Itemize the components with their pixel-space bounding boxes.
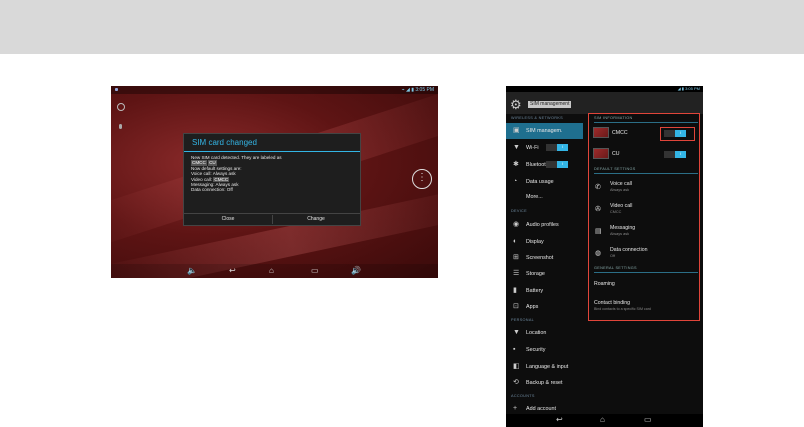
sidebar-item-label: Display <box>526 239 544 245</box>
back-icon[interactable]: ↩ <box>229 266 236 276</box>
audio-icon: ◉ <box>513 221 520 228</box>
sidebar-item-language[interactable]: ◧ Language & input <box>506 359 583 375</box>
dialog-button-bar: Close Change <box>184 213 360 225</box>
wifi-toggle[interactable]: I <box>546 144 568 151</box>
apps-icon: ⊡ <box>513 303 519 310</box>
sidebar-item-label: Data usage <box>526 179 554 185</box>
home-icon[interactable]: ⌂ <box>269 266 274 276</box>
setting-label: Data connection: <box>191 187 226 193</box>
all-apps-icon[interactable]: ⋮ <box>412 169 432 189</box>
mic-icon[interactable] <box>119 124 122 129</box>
sidebar-item-label: Screenshot <box>526 255 554 261</box>
sidebar-item-label: Wi-Fi <box>526 145 539 151</box>
sidebar-item-label: Audio profiles <box>526 222 559 228</box>
recent-apps-icon[interactable]: ▭ <box>311 266 319 276</box>
sidebar-item-wifi[interactable]: ▼ Wi-Fi I <box>506 140 583 156</box>
navigation-bar: 🔈 ↩ ⌂ ▭ 🔊 <box>111 264 438 278</box>
sidebar-item-label: Add account <box>526 406 556 412</box>
sim-icon: ▣ <box>513 127 520 134</box>
sidebar-item-apps[interactable]: ⊡ Apps <box>506 299 583 315</box>
wifi-icon: ▼ <box>513 144 520 151</box>
sidebar-item-display[interactable]: ◐ Display <box>506 234 583 250</box>
tablet-screenshot: ⌁ ◢ ▮ 3:05 PM ⋮ SIM card changed New SIM… <box>111 86 438 278</box>
sidebar-item-label: Backup & reset <box>526 380 563 386</box>
notification-icon <box>115 88 118 91</box>
sidebar-item-storage[interactable]: ☰ Storage <box>506 266 583 282</box>
sidebar-item-label: Storage <box>526 271 545 277</box>
sim-management-pane: SIM INFORMATION CMCC I CU I DEFAULT SETT… <box>586 113 703 414</box>
sidebar-item-label: Apps <box>526 304 539 310</box>
sidebar-item-label: Location <box>526 330 547 336</box>
settings-category-list: WIRELESS & NETWORKS ▣ SIM managem. ▼ Wi-… <box>506 114 583 414</box>
sidebar-item-data-usage[interactable]: ◔ Data usage <box>506 174 583 190</box>
storage-icon: ☰ <box>513 270 520 277</box>
search-icon[interactable] <box>117 103 125 111</box>
page-title: SIM management <box>528 101 572 108</box>
sidebar-item-screenshot[interactable]: ⊞ Screenshot <box>506 250 583 266</box>
status-indicators: ⌁ ◢ ▮ 3:05 PM <box>401 87 434 93</box>
dialog-title: SIM card changed <box>192 138 257 147</box>
plus-icon: + <box>513 405 518 412</box>
sidebar-item-label: More... <box>526 194 543 200</box>
sidebar-item-security[interactable]: ▪ Security <box>506 342 583 358</box>
sidebar-item-backup[interactable]: ⟲ Backup & reset <box>506 375 583 391</box>
setting-label: Video call: <box>191 176 213 182</box>
setting-value: Off <box>226 187 233 193</box>
screenshot-icon: ⊞ <box>513 254 519 261</box>
language-icon: ◧ <box>513 363 520 370</box>
navigation-bar: ↩ ⌂ ▭ <box>506 414 703 427</box>
sidebar-item-more[interactable]: More... <box>506 189 583 205</box>
bluetooth-toggle[interactable]: I <box>546 161 568 168</box>
sidebar-item-sim-management[interactable]: ▣ SIM managem. <box>506 123 583 139</box>
setting-label: Voice call: <box>191 171 212 177</box>
sidebar-item-bluetooth[interactable]: ✱ Bluetooth I <box>506 157 583 173</box>
sidebar-item-location[interactable]: ▼ Location <box>506 325 583 341</box>
data-usage-icon: ◔ <box>513 178 518 185</box>
data-setting: Data connection: Off <box>191 187 282 192</box>
dialog-body: New SIM card detected. They are labeled … <box>191 155 282 193</box>
sidebar-item-label: Language & input <box>526 364 569 370</box>
sidebar-item-battery[interactable]: ▮ Battery <box>506 283 583 299</box>
section-header: PERSONAL <box>511 318 535 322</box>
volume-down-icon[interactable]: 🔈 <box>187 266 197 276</box>
close-button[interactable]: Close <box>184 216 272 222</box>
header-bar <box>0 0 804 54</box>
change-button[interactable]: Change <box>272 216 360 222</box>
setting-label: Messaging: <box>191 182 215 188</box>
setting-value: Always ask <box>212 171 236 177</box>
lock-icon: ▪ <box>513 346 516 353</box>
volume-up-icon[interactable]: 🔊 <box>351 266 361 276</box>
section-header: ACCOUNTS <box>511 394 535 398</box>
location-icon: ▼ <box>513 329 520 336</box>
dialog-divider <box>184 151 360 152</box>
highlight-box <box>660 127 695 141</box>
setting-value: Always ask <box>215 182 239 188</box>
highlight-box <box>588 113 700 321</box>
sim-changed-dialog: SIM card changed New SIM card detected. … <box>183 133 361 226</box>
sidebar-item-audio-profiles[interactable]: ◉ Audio profiles <box>506 217 583 233</box>
backup-icon: ⟲ <box>513 379 519 386</box>
phone-screenshot: ◢ ▮ 3:05 PM ⚙ SIM management WIRELESS & … <box>506 86 703 427</box>
home-icon[interactable]: ⌂ <box>600 415 605 425</box>
battery-icon: ▮ <box>513 287 517 294</box>
sidebar-item-label: SIM managem. <box>526 128 563 134</box>
settings-gear-icon[interactable]: ⚙ <box>510 98 522 111</box>
display-icon: ◐ <box>513 238 518 245</box>
sidebar-item-label: Security <box>526 347 546 353</box>
section-header: DEVICE <box>511 209 527 213</box>
section-header: WIRELESS & NETWORKS <box>511 116 563 120</box>
status-bar: ⌁ ◢ ▮ 3:05 PM <box>111 86 438 94</box>
recent-apps-icon[interactable]: ▭ <box>644 415 652 425</box>
bluetooth-icon: ✱ <box>513 161 519 168</box>
action-bar: ⚙ SIM management <box>506 92 703 114</box>
back-icon[interactable]: ↩ <box>556 415 563 425</box>
toggle-state: I <box>557 161 568 168</box>
toggle-state: I <box>557 144 568 151</box>
sidebar-item-label: Battery <box>526 288 544 294</box>
